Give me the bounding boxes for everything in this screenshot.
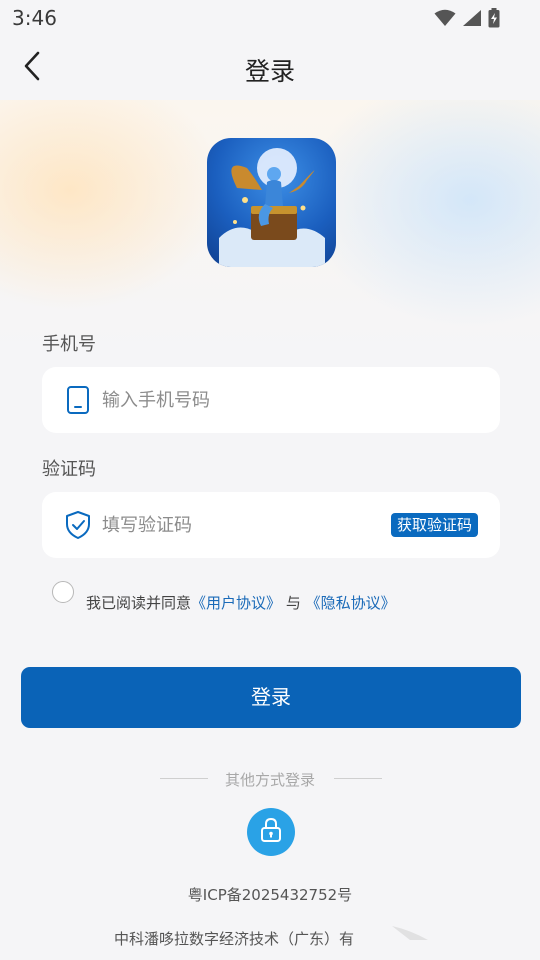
cellular-signal-icon [462, 9, 482, 27]
phone-field[interactable] [42, 367, 500, 433]
code-label: 验证码 [42, 459, 96, 480]
company-name: 中科潘哆拉数字经济技术（广东）有 [114, 930, 355, 948]
code-field[interactable]: 获取验证码 [42, 492, 500, 558]
battery-charging-icon [488, 8, 500, 28]
wifi-icon [434, 9, 456, 27]
login-button[interactable]: 登录 [21, 667, 521, 728]
phone-label: 手机号 [42, 334, 96, 355]
lock-icon [259, 817, 283, 847]
icp-license: 粤ICP备2025432752号 [187, 886, 353, 904]
other-login-label: 其他方式登录 [224, 771, 315, 789]
code-input[interactable] [102, 492, 352, 558]
app-logo [207, 138, 336, 267]
agreement-joiner: 与 [285, 594, 301, 612]
phone-input[interactable] [102, 367, 402, 433]
status-icons [434, 8, 500, 28]
status-bar: 3:46 [0, 0, 540, 36]
divider-line-right [334, 778, 382, 779]
agreement-prefix: 我已阅读并同意 [86, 594, 192, 612]
get-code-button[interactable]: 获取验证码 [390, 513, 478, 537]
shield-check-icon [64, 510, 92, 540]
status-time: 3:46 [12, 6, 57, 30]
privacy-policy-link[interactable]: 《隐私协议》 [306, 594, 396, 612]
page-curl-decoration [392, 926, 428, 940]
agreement-row: 我已阅读并同意《用户协议》 与 《隐私协议》 [52, 580, 532, 620]
user-agreement-link[interactable]: 《用户协议》 [191, 594, 281, 612]
other-login-divider: 其他方式登录 [0, 768, 540, 790]
phone-icon [64, 385, 92, 415]
agreement-checkbox[interactable] [52, 581, 74, 603]
password-login-button[interactable] [247, 808, 295, 856]
navigation-bar: 登录 [0, 36, 540, 100]
page-title: 登录 [244, 57, 295, 86]
agreement-text: 我已阅读并同意《用户协议》 与 《隐私协议》 [86, 592, 396, 613]
